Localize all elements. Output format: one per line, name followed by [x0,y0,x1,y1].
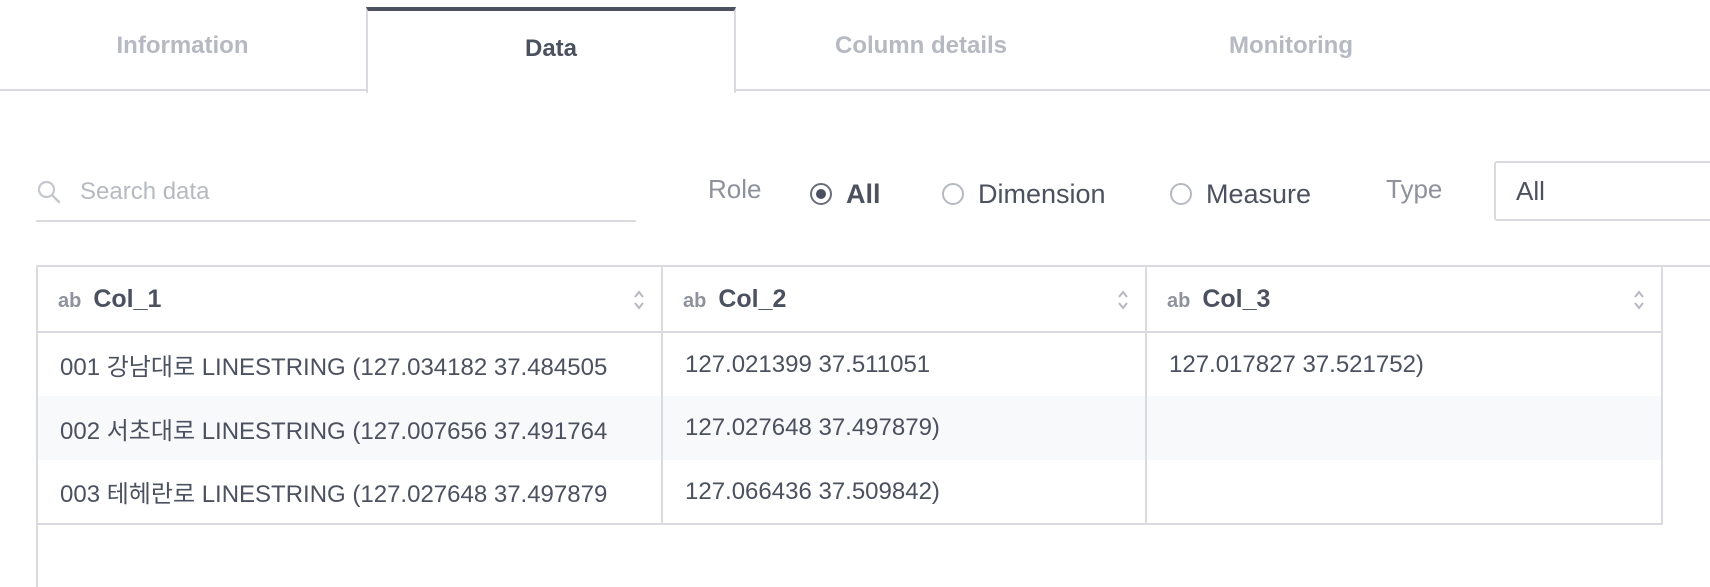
role-radio-dimension[interactable]: Dimension [942,176,1106,212]
sort-icon[interactable] [1117,289,1129,311]
sort-icon[interactable] [633,289,645,311]
table-row: 001 강남대로 LINESTRING (127.034182 37.48450… [38,332,1663,396]
tab-information[interactable]: Information [0,7,365,91]
string-type-icon: ab [683,289,707,312]
role-radio-all[interactable]: All [810,176,881,212]
radio-checked-icon [810,183,832,205]
column-header-label: Col_2 [718,284,787,313]
column-header-label: Col_1 [93,284,162,313]
table-cell: 127.066436 37.509842) [662,460,1147,525]
type-label: Type [1386,174,1443,204]
column-header-col-3[interactable]: ab Col_3 [1146,267,1663,333]
table-cell: 002 서초대로 LINESTRING (127.007656 37.49176… [38,396,663,460]
table-cell: 003 테헤란로 LINESTRING (127.027648 37.49787… [38,460,663,525]
table-cell [1146,460,1663,525]
role-radio-all-label: All [846,178,881,209]
table-cell [1146,396,1663,460]
tab-monitoring[interactable]: Monitoring [1106,7,1476,91]
role-radio-measure-label: Measure [1206,178,1312,209]
string-type-icon: ab [1167,289,1191,312]
search-input[interactable] [78,173,622,211]
tab-bar: Information Data Column details Monitori… [0,0,1710,93]
string-type-icon: ab [58,289,82,312]
data-table: ab Col_1 ab Col_2 ab Col_3 001 강남대로 LINESTR… [38,267,1663,525]
table-cell: 127.027648 37.497879) [662,396,1147,460]
table-cell: 127.021399 37.511051 [662,332,1147,396]
radio-unchecked-icon [1170,183,1192,205]
search-icon [37,180,61,204]
role-radio-measure[interactable]: Measure [1170,176,1311,212]
search-box [36,165,636,222]
table-row: 003 테헤란로 LINESTRING (127.027648 37.49787… [38,460,1663,525]
role-radio-dimension-label: Dimension [978,178,1106,209]
table-cell: 001 강남대로 LINESTRING (127.034182 37.48450… [38,332,663,396]
table-cell: 127.017827 37.521752) [1146,332,1663,396]
type-select[interactable]: All [1494,161,1710,221]
radio-unchecked-icon [942,183,964,205]
column-header-col-1[interactable]: ab Col_1 [38,267,663,333]
data-table-container: ab Col_1 ab Col_2 ab Col_3 001 강남대로 LINESTR… [36,265,1710,587]
column-header-col-2[interactable]: ab Col_2 [662,267,1147,333]
table-header-row: ab Col_1 ab Col_2 ab Col_3 [38,267,1663,333]
role-label: Role [708,174,762,204]
sort-icon[interactable] [1633,289,1645,311]
tab-column-details[interactable]: Column details [736,7,1106,91]
tab-data[interactable]: Data [366,7,736,93]
table-row: 002 서초대로 LINESTRING (127.007656 37.49176… [38,396,1663,460]
column-header-label: Col_3 [1202,284,1271,313]
